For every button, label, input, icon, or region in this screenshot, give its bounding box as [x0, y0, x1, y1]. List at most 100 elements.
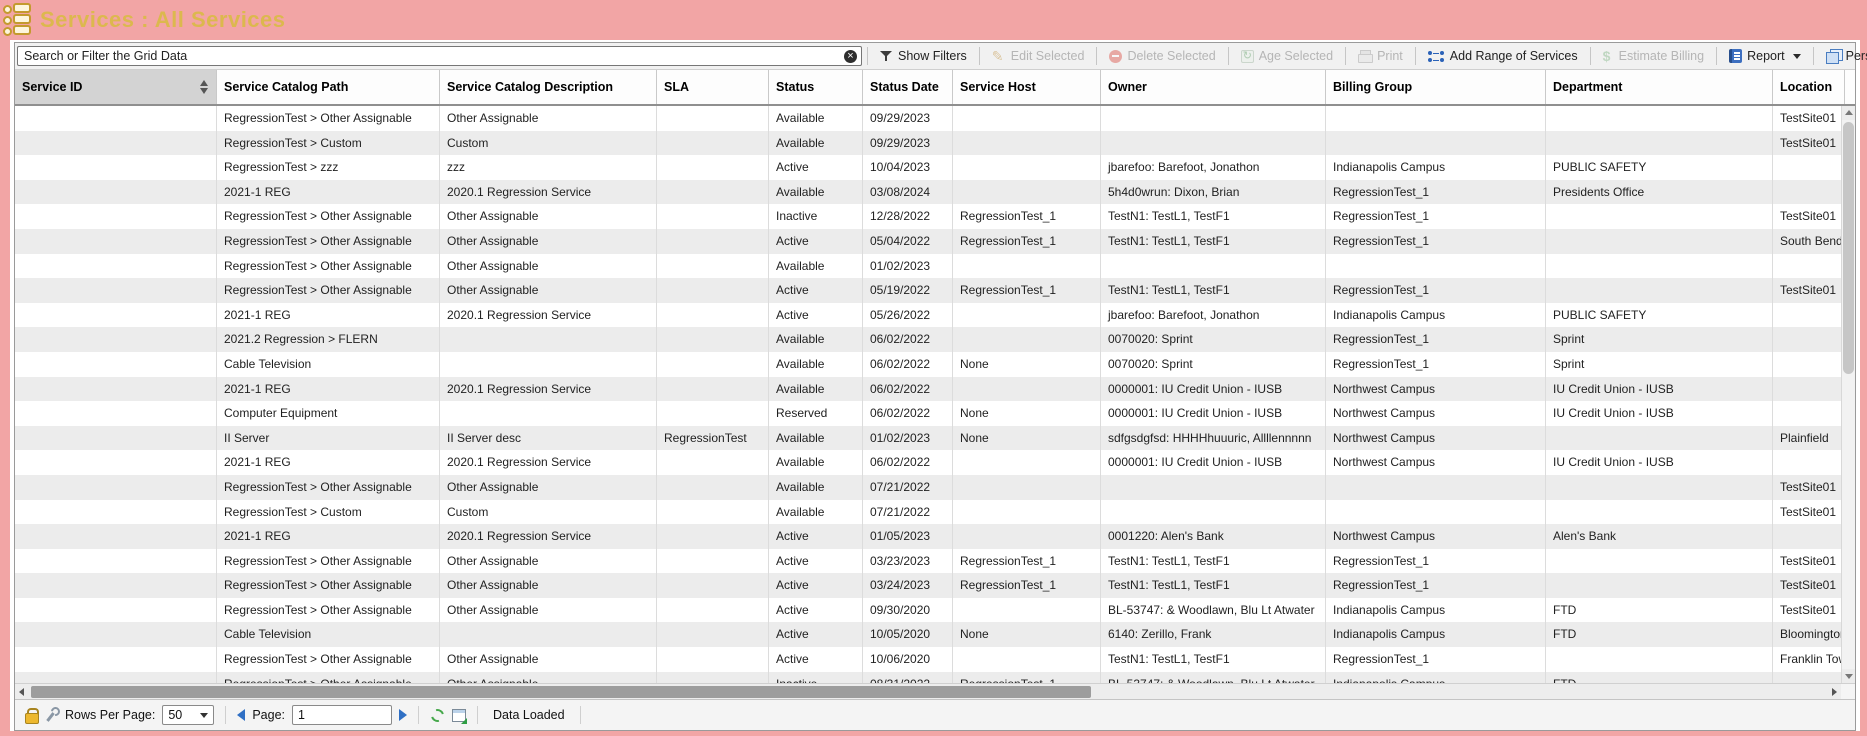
grid-row[interactable]: Cable TelevisionAvailable06/02/2022None0… — [15, 352, 1845, 377]
grid-row[interactable]: RegressionTest > Other AssignableOther A… — [15, 278, 1845, 303]
column-header-sla[interactable]: SLA — [657, 70, 769, 104]
refresh-icon[interactable] — [430, 708, 445, 723]
cell-status-date: 08/31/2022 — [863, 672, 953, 683]
toolbar-separator — [867, 47, 868, 65]
grid-row[interactable]: RegressionTest > Other AssignableOther A… — [15, 598, 1845, 623]
export-grid-icon[interactable] — [452, 709, 466, 722]
cell-service-catalog-path: RegressionTest > Custom — [217, 131, 440, 156]
vertical-scroll-thumb[interactable] — [1843, 122, 1854, 374]
column-header-status[interactable]: Status — [769, 70, 863, 104]
column-header-location[interactable]: Location — [1773, 70, 1845, 104]
grid-row[interactable]: Computer EquipmentReserved06/02/2022None… — [15, 401, 1845, 426]
cell-billing-group: Indianapolis Campus — [1326, 303, 1546, 328]
column-header-service-id[interactable]: Service ID — [15, 70, 217, 104]
column-header-department[interactable]: Department — [1546, 70, 1773, 104]
cell-service-host: None — [953, 352, 1101, 377]
cell-billing-group: Northwest Campus — [1326, 401, 1546, 426]
scroll-down-icon[interactable] — [1842, 669, 1855, 683]
rows-per-page-select[interactable]: 50 — [162, 705, 214, 725]
cell-location — [1773, 254, 1845, 279]
sort-arrows-icon[interactable] — [200, 79, 209, 95]
cell-billing-group: Indianapolis Campus — [1326, 622, 1546, 647]
previous-page-icon[interactable] — [237, 709, 245, 721]
cell-service-catalog-description: Other Assignable — [440, 204, 657, 229]
grid-row[interactable]: 2021-1 REG2020.1 Regression ServiceActiv… — [15, 524, 1845, 549]
grid-rows: RegressionTest > Other AssignableOther A… — [15, 106, 1845, 683]
next-page-icon[interactable] — [399, 709, 407, 721]
cell-service-catalog-path: RegressionTest > Other Assignable — [217, 278, 440, 303]
grid-row[interactable]: RegressionTest > Other AssignableOther A… — [15, 229, 1845, 254]
show-filters-button[interactable]: Show Filters — [873, 44, 974, 68]
minus-circle-icon — [1109, 50, 1122, 63]
toolbar-separator — [1228, 47, 1229, 65]
grid-row[interactable]: RegressionTest > CustomCustomAvailable07… — [15, 500, 1845, 525]
column-header-billing-group[interactable]: Billing Group — [1326, 70, 1546, 104]
vertical-scrollbar[interactable] — [1841, 106, 1855, 683]
cell-service-catalog-path: 2021-1 REG — [217, 180, 440, 205]
column-header-service-host[interactable]: Service Host — [953, 70, 1101, 104]
cell-billing-group: Northwest Campus — [1326, 426, 1546, 451]
cell-location — [1773, 524, 1845, 549]
grid-row[interactable]: II ServerII Server descRegressionTestAva… — [15, 426, 1845, 451]
scroll-up-icon[interactable] — [1842, 106, 1855, 120]
scroll-right-icon[interactable] — [1827, 684, 1841, 699]
grid-row[interactable]: 2021-1 REG2020.1 Regression ServiceAvail… — [15, 450, 1845, 475]
page-number-input[interactable] — [292, 705, 392, 725]
column-header-label: Status Date — [870, 80, 939, 94]
cell-service-catalog-path: RegressionTest > Custom — [217, 500, 440, 525]
cell-status: Active — [769, 155, 863, 180]
column-header-owner[interactable]: Owner — [1101, 70, 1326, 104]
cell-department — [1546, 426, 1773, 451]
cell-service-catalog-path: RegressionTest > Other Assignable — [217, 229, 440, 254]
grid-row[interactable]: RegressionTest > Other AssignableOther A… — [15, 672, 1845, 683]
grid-row[interactable]: 2021.2 Regression > FLERNAvailable06/02/… — [15, 327, 1845, 352]
grid-row[interactable]: RegressionTest > Other AssignableOther A… — [15, 475, 1845, 500]
pencil-icon — [992, 49, 1006, 63]
grid-row[interactable]: RegressionTest > Other AssignableOther A… — [15, 106, 1845, 131]
clear-search-icon[interactable]: × — [844, 50, 857, 63]
cell-service-catalog-path: RegressionTest > Other Assignable — [217, 573, 440, 598]
add-range-of-services-button[interactable]: Add Range of Services — [1421, 44, 1585, 68]
cell-service-catalog-path: Cable Television — [217, 352, 440, 377]
cell-owner: sdfgsdgfsd: HHHHhuuuric, Allllennnnn — [1101, 426, 1326, 451]
grid-row[interactable]: Cable TelevisionActive10/05/2020None6140… — [15, 622, 1845, 647]
rows-per-page-value: 50 — [168, 708, 182, 722]
grid-row[interactable]: RegressionTest > zzzzzzActive10/04/2023j… — [15, 155, 1845, 180]
cell-service-id — [15, 204, 217, 229]
scroll-left-icon[interactable] — [15, 684, 29, 699]
grid-row[interactable]: RegressionTest > Other AssignableOther A… — [15, 549, 1845, 574]
cell-location: Franklin Township — [1773, 647, 1845, 672]
cell-owner: TestN1: TestL1, TestF1 — [1101, 278, 1326, 303]
horizontal-scroll-thumb[interactable] — [31, 686, 1091, 698]
cell-sla — [657, 401, 769, 426]
column-header-status-date[interactable]: Status Date — [863, 70, 953, 104]
grid-row[interactable]: RegressionTest > Other AssignableOther A… — [15, 647, 1845, 672]
cell-status: Available — [769, 327, 863, 352]
grid-row[interactable]: 2021-1 REG2020.1 Regression ServiceActiv… — [15, 303, 1845, 328]
cell-service-catalog-description: zzz — [440, 155, 657, 180]
grid-row[interactable]: RegressionTest > Other AssignableOther A… — [15, 254, 1845, 279]
grid-row[interactable]: RegressionTest > Other AssignableOther A… — [15, 204, 1845, 229]
cell-status: Available — [769, 254, 863, 279]
toolbar-separator — [1590, 47, 1591, 65]
column-header-service-catalog-path[interactable]: Service Catalog Path — [217, 70, 440, 104]
grid-row[interactable]: RegressionTest > CustomCustomAvailable09… — [15, 131, 1845, 156]
wrench-icon[interactable] — [44, 708, 58, 723]
report-button[interactable]: Report — [1722, 44, 1808, 68]
search-input[interactable] — [17, 46, 862, 66]
scrollbar-corner — [1841, 684, 1855, 699]
cell-service-catalog-path: RegressionTest > Other Assignable — [217, 475, 440, 500]
cell-sla — [657, 327, 769, 352]
lock-icon[interactable] — [25, 708, 37, 722]
cell-service-catalog-path: RegressionTest > Other Assignable — [217, 647, 440, 672]
column-header-service-catalog-description[interactable]: Service Catalog Description — [440, 70, 657, 104]
age-icon — [1241, 50, 1254, 63]
grid-row[interactable]: RegressionTest > Other AssignableOther A… — [15, 573, 1845, 598]
perspectives-button[interactable]: Perspectives — [1819, 44, 1867, 68]
cell-status: Inactive — [769, 672, 863, 683]
horizontal-scrollbar[interactable] — [15, 683, 1855, 699]
grid-row[interactable]: 2021-1 REG2020.1 Regression ServiceAvail… — [15, 180, 1845, 205]
cell-owner: 0001220: Alen's Bank — [1101, 524, 1326, 549]
grid-row[interactable]: 2021-1 REG2020.1 Regression ServiceAvail… — [15, 377, 1845, 402]
cell-sla — [657, 303, 769, 328]
